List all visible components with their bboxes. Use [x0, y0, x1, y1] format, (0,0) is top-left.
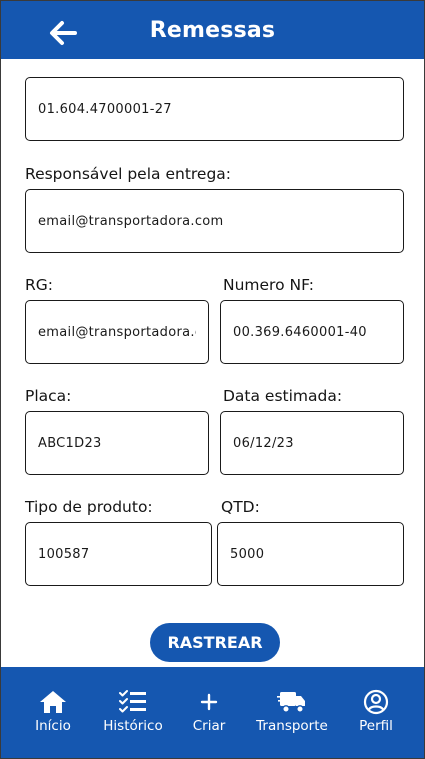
data-estimada-input[interactable] — [233, 435, 391, 451]
cnpj-input[interactable] — [38, 101, 391, 117]
truck-icon — [277, 692, 305, 713]
nav-item-perfil[interactable]: Perfil — [337, 667, 415, 758]
placa-label: Placa: — [25, 387, 72, 405]
responsavel-input[interactable] — [38, 213, 391, 229]
data-estimada-field[interactable] — [220, 411, 404, 475]
cnpj-field[interactable] — [25, 77, 404, 141]
tipo-produto-field[interactable] — [25, 522, 212, 586]
qtd-input[interactable] — [230, 546, 391, 562]
numero-nf-input[interactable] — [233, 324, 391, 340]
nav-label-transporte: Transporte — [256, 718, 328, 734]
rastrear-button[interactable]: RASTREAR — [150, 623, 280, 662]
nav-item-inicio[interactable]: Início — [13, 667, 93, 758]
checklist-icon — [119, 690, 146, 713]
tipo-produto-label: Tipo de produto: — [25, 498, 153, 516]
responsavel-label: Responsável pela entrega: — [25, 165, 232, 183]
placa-input[interactable] — [38, 435, 196, 451]
rg-input[interactable] — [38, 324, 196, 340]
data-estimada-label: Data estimada: — [223, 387, 343, 405]
qtd-field[interactable] — [217, 522, 404, 586]
tipo-produto-input[interactable] — [38, 546, 199, 562]
nav-label-criar: Criar — [192, 718, 226, 734]
numero-nf-label: Numero NF: — [223, 276, 315, 294]
nav-label-inicio: Início — [35, 718, 71, 734]
qtd-label: QTD: — [221, 498, 260, 516]
app-frame: Remessas Responsável pela entrega: RG: N… — [0, 0, 425, 759]
placa-field[interactable] — [25, 411, 209, 475]
home-icon — [40, 691, 66, 713]
user-circle-icon — [363, 689, 389, 715]
page-title: Remessas — [149, 18, 276, 43]
app-header: Remessas — [1, 1, 424, 59]
nav-item-historico[interactable]: Histórico — [93, 667, 173, 758]
nav-item-criar[interactable]: Criar — [173, 667, 245, 758]
numero-nf-field[interactable] — [220, 300, 404, 364]
nav-label-perfil: Perfil — [359, 718, 393, 734]
nav-label-historico: Histórico — [103, 718, 163, 734]
rg-field[interactable] — [25, 300, 209, 364]
responsavel-field[interactable] — [25, 189, 404, 253]
bottom-nav: Início Histórico Criar Transporte Perfil — [1, 667, 424, 758]
rg-label: RG: — [25, 276, 54, 294]
nav-item-transporte[interactable]: Transporte — [247, 667, 337, 758]
plus-icon — [200, 693, 218, 711]
